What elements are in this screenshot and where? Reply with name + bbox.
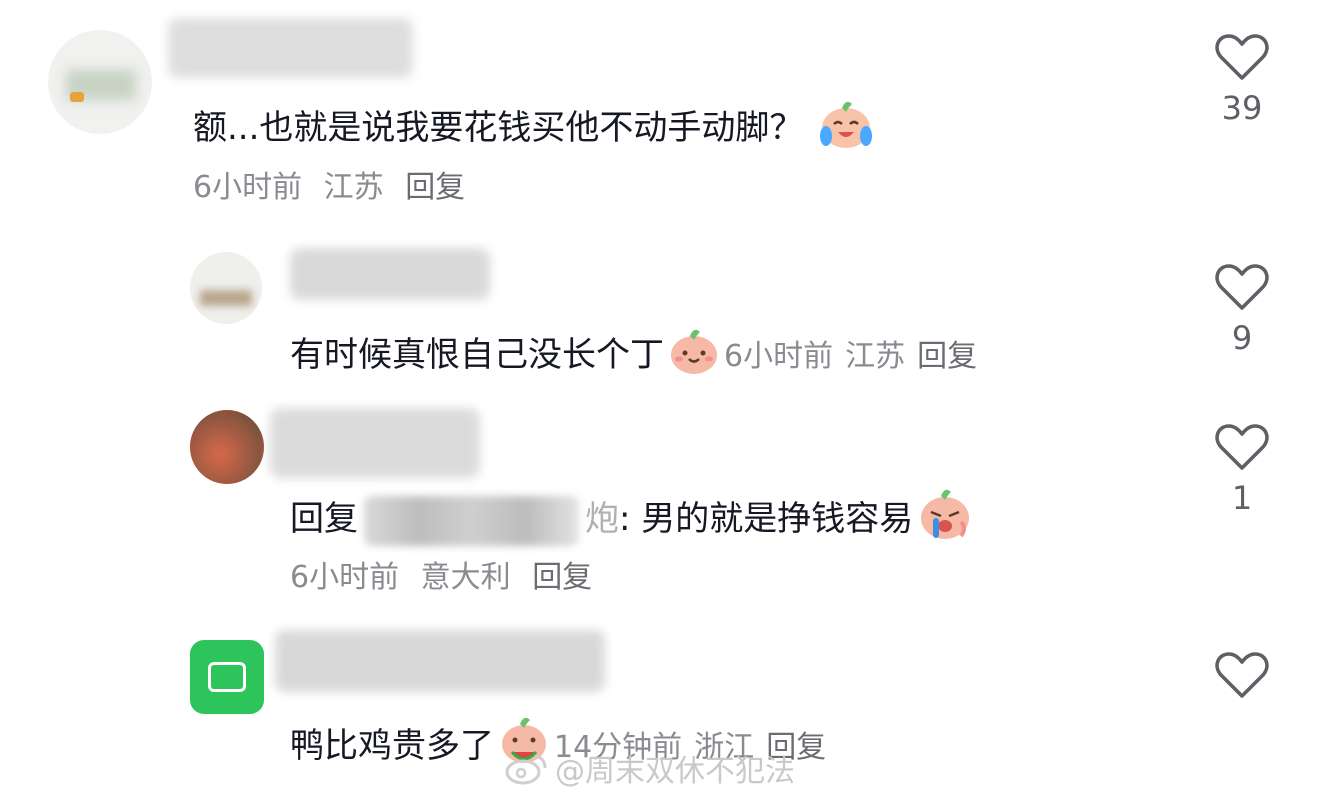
timestamp: 6小时前	[290, 560, 400, 595]
laugh-cry-peach-emoji	[818, 98, 874, 161]
like-count: 39	[1221, 89, 1263, 127]
comment-meta: 6小时前 意大利 回复	[290, 558, 604, 598]
comment-text: 额...也就是说我要花钱买他不动手动脚？	[193, 98, 878, 161]
avatar[interactable]	[48, 30, 152, 134]
comment-text: 回复 炮: 男的就是挣钱容易	[290, 488, 977, 553]
watermark: @周末双休不犯法	[505, 746, 795, 794]
like-button[interactable]	[1207, 650, 1277, 706]
avatar[interactable]	[190, 640, 264, 714]
heart-icon	[1215, 652, 1269, 698]
like-count: 9	[1231, 319, 1253, 357]
like-count: 1	[1231, 479, 1253, 517]
like-button[interactable]: 9	[1207, 262, 1277, 358]
username[interactable]	[270, 408, 480, 478]
sob-peach-emoji	[917, 488, 973, 553]
location: 江苏	[845, 339, 906, 374]
heart-icon	[1215, 424, 1269, 470]
mention-tail: 炮	[585, 499, 619, 539]
mentioned-username[interactable]	[364, 495, 579, 546]
avatar[interactable]	[190, 410, 264, 484]
reply-button[interactable]: 回复	[532, 560, 592, 595]
reply-prefix: 回复	[290, 499, 358, 539]
like-button[interactable]: 39	[1207, 32, 1277, 128]
comment-text: 有时候真恨自己没长个丁 6小时前 江苏 回复	[290, 326, 989, 387]
watermark-text: @周末双休不犯法	[555, 754, 795, 789]
location: 江苏	[323, 170, 384, 205]
reply-button[interactable]: 回复	[917, 339, 977, 374]
heart-icon	[1215, 34, 1269, 80]
timestamp: 6小时前	[724, 339, 834, 374]
username[interactable]	[275, 630, 605, 692]
smile-peach-emoji	[668, 326, 720, 387]
timestamp: 6小时前	[193, 170, 303, 205]
username[interactable]	[290, 248, 490, 300]
comment-meta: 6小时前 江苏 回复	[724, 339, 989, 374]
username[interactable]	[168, 18, 413, 78]
comment-meta: 6小时前 江苏 回复	[193, 168, 477, 208]
like-button[interactable]: 1	[1207, 422, 1277, 518]
avatar[interactable]	[190, 252, 262, 324]
heart-icon	[1215, 264, 1269, 310]
location: 意大利	[420, 560, 511, 595]
weibo-logo-icon	[505, 752, 549, 794]
reply-button[interactable]: 回复	[405, 170, 465, 205]
